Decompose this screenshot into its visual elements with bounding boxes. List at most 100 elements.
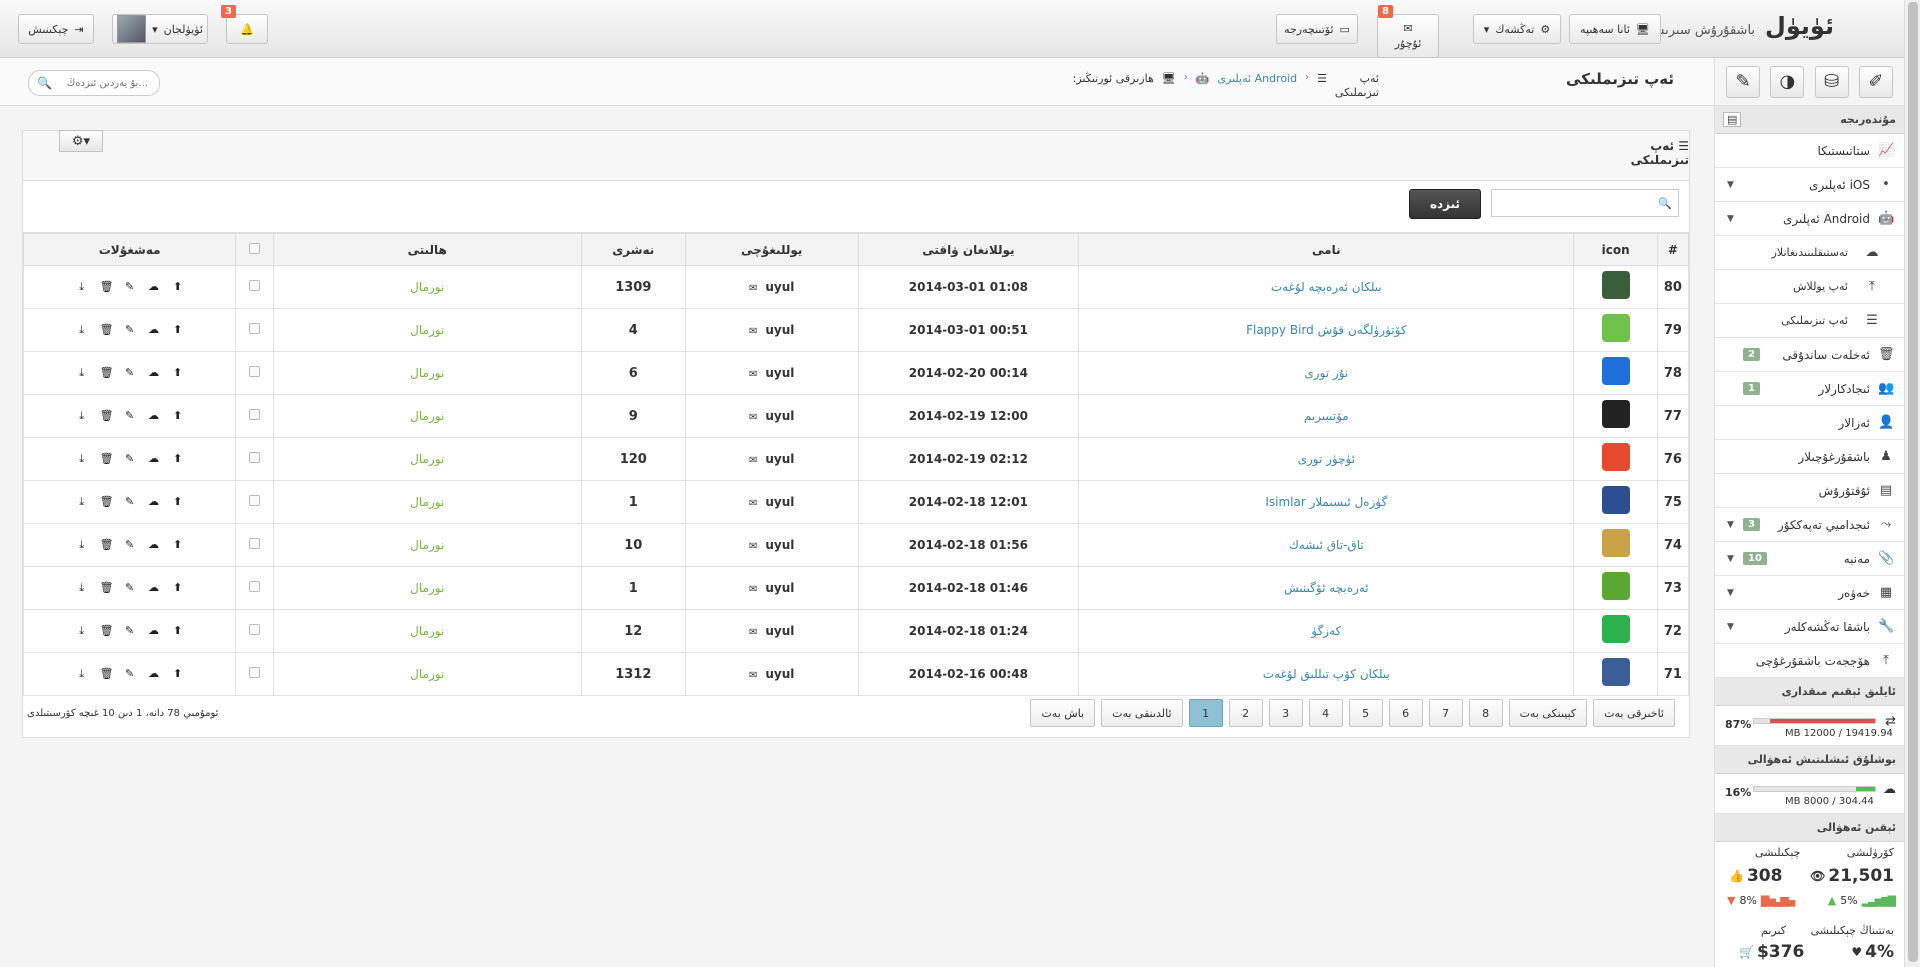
- database-tool-button[interactable]: ⛁: [1814, 65, 1849, 98]
- edit-icon[interactable]: ✎: [124, 538, 136, 552]
- row-checkbox[interactable]: [249, 580, 260, 592]
- edit-icon[interactable]: ✎: [124, 581, 136, 595]
- edit-icon[interactable]: ✎: [124, 280, 136, 294]
- upload-circle-icon[interactable]: ⬆: [172, 366, 184, 380]
- edit-icon[interactable]: ✎: [124, 366, 136, 380]
- download-icon[interactable]: ⤓: [76, 366, 88, 380]
- row-name-link[interactable]: ئۈچۈر تورى: [1298, 452, 1356, 466]
- sidebar-item[interactable]: 📎 مەنبە 10 ▼: [1715, 542, 1904, 576]
- cloud-icon[interactable]: ☁: [148, 495, 160, 509]
- row-name-link[interactable]: نۇر تورى: [1304, 366, 1348, 380]
- app-icon[interactable]: [1601, 400, 1630, 428]
- row-checkbox[interactable]: [249, 494, 260, 506]
- app-icon[interactable]: [1601, 357, 1630, 385]
- messages-button[interactable]: 8 ✉ ئۇچۇر: [1377, 5, 1439, 58]
- sidebar-item[interactable]: ☁ تەستىقلىنىدىغانلار: [1715, 236, 1904, 270]
- pencil-tool-button[interactable]: ✎: [1726, 65, 1761, 98]
- cloud-icon[interactable]: ☁: [148, 280, 160, 294]
- trash-icon[interactable]: 🗑: [100, 581, 114, 595]
- collapse-icon[interactable]: ▤: [1723, 112, 1742, 127]
- trash-icon[interactable]: 🗑: [100, 667, 114, 681]
- row-name-link[interactable]: ئەرەبچە ئۆگىنىش: [1284, 581, 1369, 595]
- envelope-icon[interactable]: ✉: [749, 326, 757, 337]
- upload-circle-icon[interactable]: ⬆: [172, 624, 184, 638]
- download-icon[interactable]: ⤓: [76, 667, 88, 681]
- sidebar-item[interactable]: ♟ باشقۇرغۇچىلار: [1715, 440, 1904, 474]
- app-icon[interactable]: [1601, 529, 1630, 557]
- upload-circle-icon[interactable]: ⬆: [172, 452, 184, 466]
- upload-circle-icon[interactable]: ⬆: [172, 409, 184, 423]
- download-icon[interactable]: ⤓: [76, 280, 88, 294]
- app-icon[interactable]: [1601, 572, 1630, 600]
- trash-icon[interactable]: 🗑: [100, 323, 114, 337]
- page-last-button[interactable]: ئاخىرقى بەت: [1593, 699, 1675, 727]
- sidebar-item[interactable]: 🗑 ئەخلەت ساندۇقى 2: [1715, 338, 1904, 372]
- select-all-checkbox[interactable]: [249, 242, 260, 254]
- upload-circle-icon[interactable]: ⬆: [172, 323, 184, 337]
- app-icon[interactable]: [1601, 486, 1630, 514]
- palette-tool-button[interactable]: ◑: [1770, 65, 1805, 98]
- envelope-icon[interactable]: ✉: [749, 369, 757, 380]
- user-dropdown[interactable]: ▾ ئۈيۈلجان: [112, 14, 208, 44]
- edit-icon[interactable]: ✎: [124, 667, 136, 681]
- row-name-link[interactable]: مۆتىبىرىم: [1304, 409, 1349, 423]
- brush-tool-button[interactable]: ✐: [1858, 65, 1893, 98]
- envelope-icon[interactable]: ✉: [749, 455, 757, 466]
- envelope-icon[interactable]: ✉: [749, 670, 757, 681]
- trash-icon[interactable]: 🗑: [100, 366, 114, 380]
- upload-circle-icon[interactable]: ⬆: [172, 495, 184, 509]
- brand[interactable]: ئۈيۈل باشقۇرۇش سىرىسى: [1643, 12, 1834, 40]
- download-icon[interactable]: ⤓: [76, 409, 88, 423]
- cloud-icon[interactable]: ☁: [148, 667, 160, 681]
- sidebar-item[interactable]: 👥 ئىجادكارلار 1: [1715, 372, 1904, 406]
- edit-icon[interactable]: ✎: [124, 323, 136, 337]
- trash-icon[interactable]: 🗑: [100, 452, 114, 466]
- download-icon[interactable]: ⤓: [76, 624, 88, 638]
- cloud-icon[interactable]: ☁: [148, 581, 160, 595]
- row-name-link[interactable]: تاق-تاق ئىشەك: [1289, 538, 1364, 552]
- breadcrumb-android[interactable]: Android ئەپلىرى: [1217, 72, 1297, 85]
- cloud-icon[interactable]: ☁: [148, 323, 160, 337]
- home-button[interactable]: ئانا سەھىپە 🖥: [1569, 14, 1661, 44]
- row-checkbox[interactable]: [249, 666, 260, 678]
- page-button-5[interactable]: 5: [1348, 699, 1383, 727]
- credit-button[interactable]: ئۆتىنچەرجە ▭: [1276, 14, 1358, 44]
- envelope-icon[interactable]: ✉: [749, 627, 757, 638]
- trash-icon[interactable]: 🗑: [100, 495, 114, 509]
- logout-button[interactable]: چېكىنىش ⇥: [18, 14, 94, 44]
- row-checkbox[interactable]: [249, 537, 260, 549]
- download-icon[interactable]: ⤓: [76, 495, 88, 509]
- app-icon[interactable]: [1601, 314, 1630, 342]
- download-icon[interactable]: ⤓: [76, 581, 88, 595]
- page-button-4[interactable]: 4: [1308, 699, 1343, 727]
- row-checkbox[interactable]: [249, 365, 260, 377]
- page-next-button[interactable]: كېيىنكى بەت: [1508, 699, 1588, 727]
- sidebar-item[interactable]: ☰ ئەپ تىزىملىكى: [1715, 304, 1904, 338]
- page-button-2[interactable]: 2: [1228, 699, 1263, 727]
- app-icon[interactable]: [1601, 443, 1630, 471]
- page-prev-button[interactable]: ئالدىنقى بەت: [1101, 699, 1183, 727]
- app-icon[interactable]: [1601, 658, 1630, 686]
- row-name-link[interactable]: Isimlar گۈزەل ئىسىملار: [1265, 495, 1387, 509]
- upload-circle-icon[interactable]: ⬆: [172, 280, 184, 294]
- envelope-icon[interactable]: ✉: [749, 283, 757, 294]
- cloud-icon[interactable]: ☁: [148, 538, 160, 552]
- sidebar-item[interactable]: 🤖 Android ئەپلىرى ▼: [1715, 202, 1904, 236]
- scrollbar-thumb[interactable]: [1908, 2, 1918, 962]
- filter-input[interactable]: 🔍: [1491, 189, 1679, 217]
- download-icon[interactable]: ⤓: [76, 452, 88, 466]
- row-name-link[interactable]: Flappy Bird كۆتۈرۈلگەن قۇش: [1246, 323, 1406, 337]
- edit-icon[interactable]: ✎: [124, 452, 136, 466]
- row-name-link[interactable]: بىلكان كۆپ تىللىق لۇغەت: [1263, 667, 1390, 681]
- row-name-link[interactable]: بىلكان ئەرەبچە لۇغەت: [1271, 280, 1382, 294]
- upload-circle-icon[interactable]: ⬆: [172, 538, 184, 552]
- envelope-icon[interactable]: ✉: [749, 584, 757, 595]
- sidebar-item[interactable]: ⤳ ئىجداميي تەپەككۇر 3 ▼: [1715, 508, 1904, 542]
- page-button-8[interactable]: 8: [1468, 699, 1503, 727]
- upload-circle-icon[interactable]: ⬆: [172, 667, 184, 681]
- app-icon[interactable]: [1601, 271, 1630, 299]
- sidebar-item[interactable]: ⤒ ئەپ يوللاش: [1715, 270, 1904, 304]
- envelope-icon[interactable]: ✉: [749, 498, 757, 509]
- trash-icon[interactable]: 🗑: [100, 409, 114, 423]
- sidebar-item[interactable]: ▦ خەۋەر ▼: [1715, 576, 1904, 610]
